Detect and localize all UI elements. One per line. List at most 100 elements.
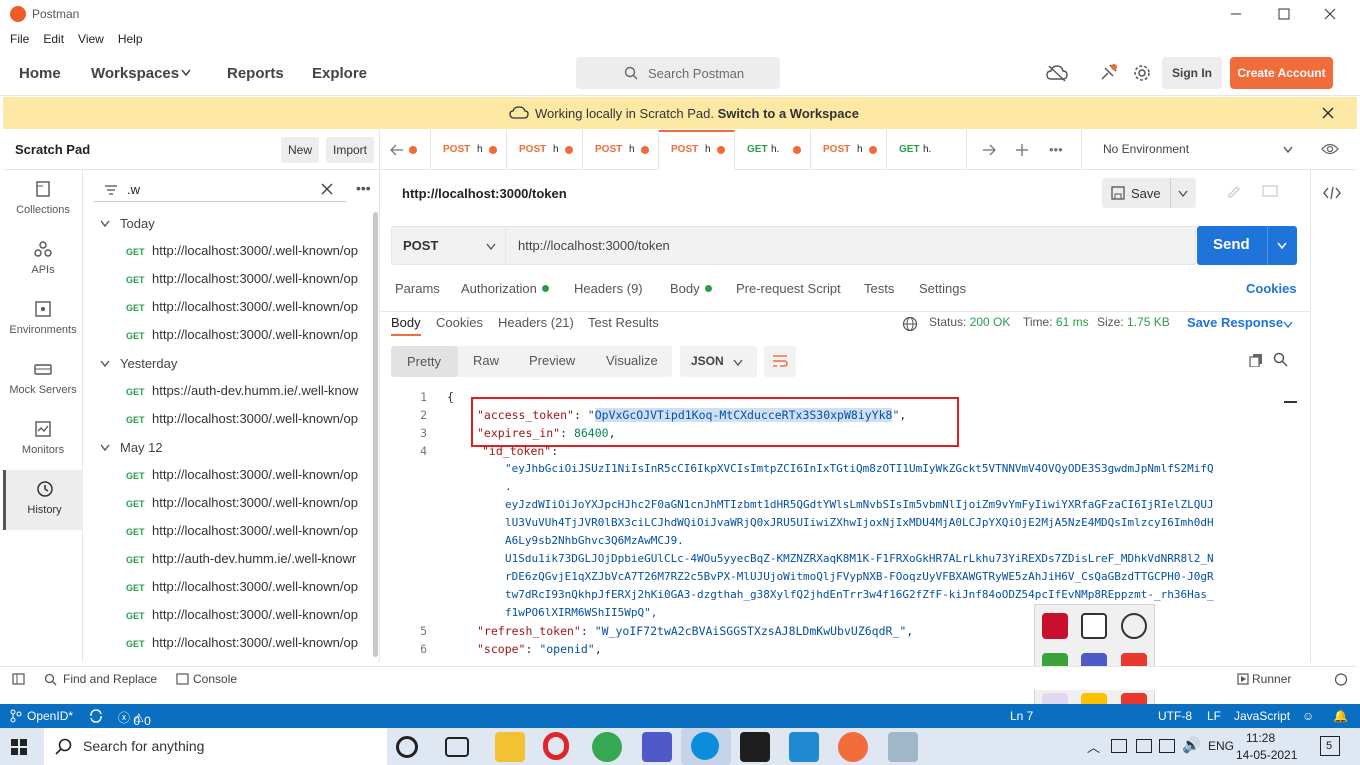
cloud-off-icon[interactable] [1121, 613, 1147, 639]
search-icon[interactable] [1273, 352, 1288, 367]
chevron-down-icon[interactable] [1178, 190, 1188, 197]
new-button[interactable]: New [281, 137, 319, 163]
taskbar-search-input[interactable]: Search for anything [44, 728, 387, 765]
response-body-code[interactable]: 1 { 2 "access_token": "OpVxGcOJVTipd1Koq… [391, 387, 1297, 662]
add-tab-icon[interactable] [1015, 143, 1029, 157]
tab-back-nav[interactable] [381, 130, 431, 170]
wrap-lines-button[interactable] [764, 346, 796, 377]
help-icon[interactable] [1334, 673, 1348, 686]
file-explorer-icon[interactable] [495, 732, 525, 762]
list-item[interactable]: GET http://localhost:3000/.well-known/op [126, 579, 362, 601]
tab-request[interactable]: POST h [431, 130, 507, 170]
chevron-down-icon[interactable] [1283, 321, 1293, 328]
mode-preview[interactable]: Preview [529, 353, 575, 368]
tab-settings[interactable]: Settings [919, 281, 966, 296]
device-icon[interactable] [1136, 739, 1152, 753]
notification-center-icon[interactable]: 5 [1320, 736, 1340, 756]
windows-start-icon[interactable] [11, 739, 27, 755]
mode-raw[interactable]: Raw [473, 353, 499, 368]
maximize-button[interactable] [1261, 0, 1307, 28]
tab-request[interactable]: POST h [811, 130, 887, 170]
nav-explore[interactable]: Explore [312, 65, 367, 82]
code-icon[interactable] [1323, 186, 1341, 200]
create-account-button[interactable]: Create Account [1230, 57, 1333, 89]
eol[interactable]: LF [1207, 709, 1221, 723]
tab-prerequest-script[interactable]: Pre-request Script [736, 281, 841, 296]
tab-test-results[interactable]: Test Results [588, 315, 659, 330]
skype-taskbar-item[interactable] [681, 728, 731, 765]
volume-icon[interactable]: 🔊 [1182, 736, 1201, 754]
tab-headers[interactable]: Headers (9) [574, 281, 643, 296]
edit-icon[interactable] [1227, 185, 1241, 199]
tab-body[interactable]: Body [670, 281, 712, 296]
network-icon[interactable] [1159, 739, 1175, 753]
more-options-icon[interactable]: ••• [356, 180, 371, 196]
arrow-right-icon[interactable] [982, 144, 996, 156]
sign-in-button[interactable]: Sign In [1162, 57, 1222, 89]
menu-edit[interactable]: Edit [43, 32, 64, 46]
feedback-icon[interactable]: ☺ [1302, 709, 1314, 723]
nav-history[interactable]: History [3, 470, 83, 530]
url-input[interactable]: http://localhost:3000/token [506, 226, 1196, 265]
globe-icon[interactable] [902, 316, 918, 332]
terminal-icon[interactable] [740, 732, 770, 762]
menu-file[interactable]: File [10, 32, 29, 46]
list-item[interactable]: GET http://localhost:3000/.well-known/op [126, 243, 362, 265]
runner-button[interactable]: Runner [1252, 672, 1291, 686]
minimize-button[interactable] [1213, 0, 1259, 28]
list-item[interactable]: GET http://localhost:3000/.well-known/op [126, 271, 362, 293]
code-scrollbar[interactable] [1284, 401, 1297, 403]
nav-workspaces[interactable]: Workspaces [91, 65, 179, 82]
defender-icon[interactable] [1081, 613, 1107, 639]
find-replace-button[interactable]: Find and Replace [63, 672, 157, 686]
eye-icon[interactable] [1321, 142, 1339, 156]
list-item[interactable]: GET http://localhost:3000/.well-known/op [126, 327, 362, 349]
satellite-icon[interactable] [1098, 63, 1118, 83]
close-window-button[interactable] [1307, 0, 1353, 28]
language-mode[interactable]: JavaScript [1234, 709, 1290, 723]
tab-request-active[interactable]: POST h [659, 130, 735, 170]
more-tabs-icon[interactable]: ••• [1049, 142, 1063, 157]
input-language[interactable]: ENG [1208, 739, 1234, 753]
cloud-offline-icon[interactable] [1046, 64, 1068, 82]
history-group-yesterday[interactable]: Yesterday [100, 356, 177, 371]
clear-filter-icon[interactable] [321, 183, 333, 195]
import-button[interactable]: Import [326, 137, 374, 163]
bell-icon[interactable]: 🔔 [1333, 709, 1348, 723]
nav-monitors[interactable]: Monitors [3, 410, 83, 470]
nav-mock-servers[interactable]: Mock Servers [3, 350, 83, 410]
save-response-button[interactable]: Save Response [1187, 315, 1283, 330]
method-select[interactable]: POST [391, 226, 506, 265]
cortana-icon[interactable] [396, 736, 418, 758]
git-branch[interactable]: OpenID* [27, 709, 73, 723]
show-hidden-icons[interactable]: ︿ [1087, 737, 1100, 756]
chrome-icon[interactable] [592, 732, 622, 762]
list-item[interactable]: GET http://localhost:3000/.well-known/op [126, 299, 362, 321]
environment-select[interactable]: No Environment [1081, 130, 1357, 170]
tab-response-body[interactable]: Body [391, 315, 421, 336]
list-item[interactable]: GET http://localhost:3000/.well-known/op [126, 607, 362, 629]
close-icon[interactable] [1322, 107, 1334, 119]
nav-home[interactable]: Home [19, 65, 61, 82]
list-item[interactable]: GET http://localhost:3000/.well-known/op [126, 467, 362, 489]
list-item[interactable]: GET http://localhost:3000/.well-known/op [126, 411, 362, 433]
mcafee-icon[interactable] [1042, 613, 1068, 639]
switch-workspace-link[interactable]: Switch to a Workspace [718, 106, 859, 121]
history-group-today[interactable]: Today [100, 216, 155, 231]
console-button[interactable]: Console [193, 672, 237, 686]
tab-params[interactable]: Params [395, 281, 440, 296]
chevron-down-icon[interactable] [1277, 242, 1287, 249]
teams-icon[interactable] [642, 732, 672, 762]
list-item[interactable]: GET https://auth-dev.humm.ie/.well-know [126, 383, 362, 405]
menu-help[interactable]: Help [118, 32, 143, 46]
comment-icon[interactable] [1262, 185, 1278, 199]
history-group-may12[interactable]: May 12 [100, 440, 163, 455]
mode-visualize[interactable]: Visualize [606, 353, 658, 368]
tab-response-cookies[interactable]: Cookies [436, 315, 483, 330]
notepad-icon[interactable] [888, 732, 918, 762]
tab-tests[interactable]: Tests [864, 281, 894, 296]
send-button[interactable]: Send [1197, 226, 1297, 265]
cursor-position[interactable]: Ln 7 [1010, 709, 1033, 723]
list-item[interactable]: GET http://localhost:3000/.well-known/op [126, 495, 362, 517]
nav-collections[interactable]: Collections [3, 170, 83, 230]
